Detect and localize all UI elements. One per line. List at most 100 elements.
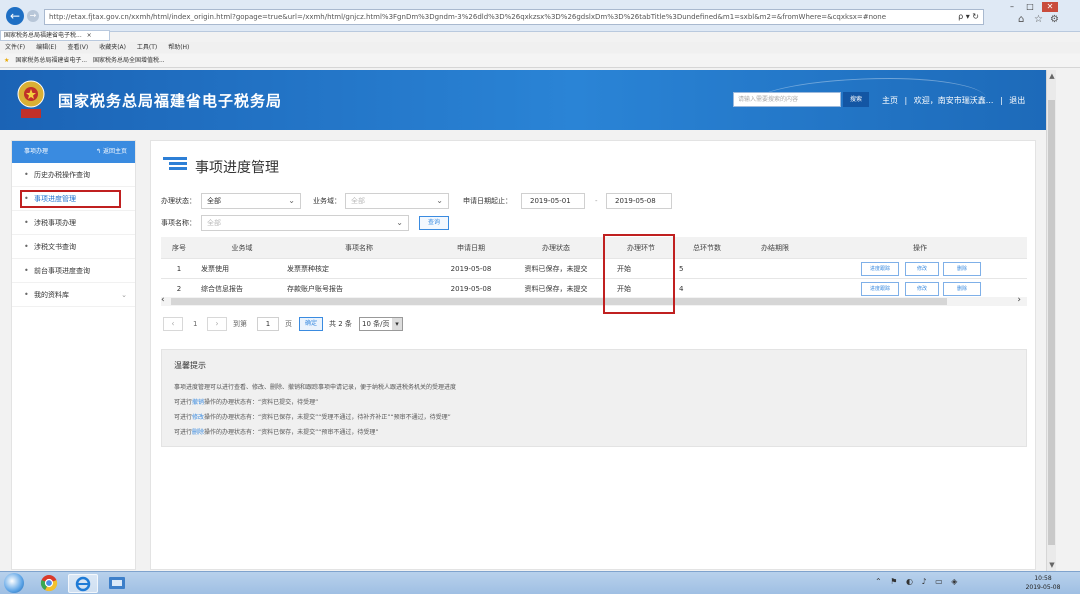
back-home-label: 返回主页 <box>102 148 127 155</box>
domain-label: 业务域： <box>313 197 341 205</box>
browser-address-bar: ← → http://etax.fjtax.gov.cn/xxmh/html/i… <box>0 0 1080 32</box>
menu-edit[interactable]: 编辑(E) <box>36 44 56 51</box>
cell-no: 2 <box>176 285 182 293</box>
favorites-star-icon[interactable]: ★ <box>4 57 9 64</box>
tax-emblem-icon <box>17 80 45 118</box>
maximize-icon[interactable]: □ <box>1022 2 1038 12</box>
menu-file[interactable]: 文件(F) <box>5 44 25 51</box>
menu-favorites[interactable]: 收藏夹(A) <box>99 44 126 51</box>
prev-page-button[interactable]: ‹ <box>163 317 183 331</box>
separator: | <box>904 96 908 105</box>
menu-help[interactable]: 帮助(H) <box>168 44 189 51</box>
date-from-input[interactable]: 2019-05-01 <box>521 193 585 209</box>
table-row[interactable]: 1 发票使用 发票票种核定 2019-05-08 资料已保存，未提交 开始 5 … <box>161 259 1027 279</box>
scrollbar-thumb[interactable] <box>171 298 947 305</box>
edit-button[interactable]: 修改 <box>905 262 939 276</box>
scrollbar-thumb[interactable] <box>1048 100 1055 545</box>
forward-arrow-icon[interactable]: → <box>27 10 39 22</box>
favorite-link-2[interactable]: 国家税务总局全国增值税... <box>93 57 165 64</box>
welcome-text[interactable]: 欢迎，南安市瑞沃鑫... <box>914 96 994 105</box>
browser-tab[interactable]: 国家税务总局福建省电子税... × <box>0 30 110 41</box>
page-size-select[interactable]: 10 条/页 ▾ <box>359 317 403 331</box>
col-ops: 操作 <box>913 244 927 252</box>
clock-date: 2019-05-08 <box>1025 584 1061 591</box>
horizontal-scrollbar[interactable]: ‹ › <box>161 295 1027 306</box>
start-button[interactable] <box>4 573 24 593</box>
cell-status: 资料已保存，未提交 <box>524 285 588 293</box>
cell-name: 发票票种核定 <box>287 265 329 273</box>
page-title: 事项进度管理 <box>195 160 279 176</box>
system-tray-icons[interactable]: ⌃ ⚑ ◐ ♪ ▭ ◈ <box>875 577 960 586</box>
url-field[interactable]: http://etax.fjtax.gov.cn/xxmh/html/index… <box>44 9 984 25</box>
vertical-scrollbar[interactable]: ▲ ▼ <box>1046 70 1056 571</box>
table-row[interactable]: 2 综合信息报告 存款账户账号报告 2019-05-08 资料已保存，未提交 开… <box>161 279 1027 299</box>
chevron-down-icon: ▾ <box>392 318 402 330</box>
settings-gear-icon[interactable]: ⚙ <box>1050 14 1059 25</box>
tips-text: 可进行 <box>174 429 193 436</box>
track-button[interactable]: 进度跟踪 <box>861 262 899 276</box>
sidebar-item-handle[interactable]: • 涉税事项办理 <box>12 211 135 235</box>
edit-button[interactable]: 修改 <box>905 282 939 296</box>
favorite-link-1[interactable]: 国家税务总局福建省电子... <box>15 57 87 64</box>
bullet-icon: • <box>24 266 29 275</box>
menu-tools[interactable]: 工具(T) <box>137 44 157 51</box>
cell-date: 2019-05-08 <box>450 285 492 293</box>
cell-no: 1 <box>176 265 182 273</box>
current-page: 1 <box>193 320 198 328</box>
close-icon[interactable]: ✕ <box>1042 2 1058 12</box>
col-domain: 业务域 <box>231 244 253 252</box>
chevron-down-icon: ⌄ <box>396 218 403 227</box>
sidebar-item-library[interactable]: • 我的资料库 ⌄ <box>12 283 135 307</box>
chevron-down-icon: ⌄ <box>436 196 443 205</box>
date-separator: - <box>595 197 598 205</box>
search-input[interactable]: 请输入需要搜索的内容 <box>733 92 841 107</box>
delete-button[interactable]: 删除 <box>943 262 981 276</box>
explorer-icon[interactable] <box>102 574 132 593</box>
sidebar-item-history[interactable]: • 历史办税操作查询 <box>12 163 135 187</box>
logout-link[interactable]: 退出 <box>1009 96 1025 105</box>
scroll-left-icon[interactable]: ‹ <box>161 295 165 305</box>
ie-icon[interactable] <box>68 574 98 593</box>
chrome-icon[interactable] <box>34 574 64 593</box>
item-name-select[interactable]: 全部 ⌄ <box>201 215 409 231</box>
url-icons[interactable]: ρ ▾ ↻ <box>958 10 979 24</box>
next-page-button[interactable]: › <box>207 317 227 331</box>
goto-page-input[interactable]: 1 <box>257 317 279 331</box>
delete-button[interactable]: 删除 <box>943 282 981 296</box>
search-button[interactable]: 搜索 <box>843 92 869 107</box>
chevron-down-icon: ⌄ <box>288 196 295 205</box>
status-label: 办理状态： <box>161 197 196 205</box>
tab-title: 国家税务总局福建省电子税... <box>4 32 82 39</box>
tips-text: 操作的办理状态有：“资料已保存，未提交”“受理不通过，待补齐补正”“预审不通过，… <box>204 414 451 421</box>
menu-view[interactable]: 查看(V) <box>67 44 88 51</box>
cell-deadline <box>737 279 813 298</box>
track-button[interactable]: 进度跟踪 <box>861 282 899 296</box>
sidebar-item-documents[interactable]: • 涉税文书查询 <box>12 235 135 259</box>
clock[interactable]: 10:58 2019-05-08 <box>1010 574 1076 592</box>
sidebar-item-progress[interactable]: • 事项进度管理 <box>12 187 135 211</box>
date-to-input[interactable]: 2019-05-08 <box>606 193 672 209</box>
bullet-icon: • <box>24 290 29 299</box>
domain-select[interactable]: 全部 ⌄ <box>345 193 449 209</box>
status-select[interactable]: 全部 ⌄ <box>201 193 301 209</box>
home-link[interactable]: 主页 <box>882 96 898 105</box>
sidebar-item-frontdesk[interactable]: • 前台事项进度查询 <box>12 259 135 283</box>
back-arrow-icon[interactable]: ← <box>6 7 24 25</box>
scroll-right-icon[interactable]: › <box>1017 295 1021 305</box>
sidebar-item-label: 涉税事项办理 <box>34 219 76 227</box>
favorites-bar: ★ 国家税务总局福建省电子... 国家税务总局全国增值税... <box>0 54 1080 68</box>
goto-label: 到第 <box>233 320 247 328</box>
clock-time: 10:58 <box>1034 575 1052 582</box>
minimize-icon[interactable]: – <box>1004 2 1020 12</box>
favorites-star-icon[interactable]: ☆ <box>1034 14 1043 25</box>
back-home-link[interactable]: ↰ 返回主页 <box>96 141 127 163</box>
col-no: 序号 <box>172 244 186 252</box>
tips-line: 可进行撤销操作的办理状态有：“资料已提交，待受理” <box>174 397 318 406</box>
query-button[interactable]: 查询 <box>419 216 449 230</box>
scroll-up-icon[interactable]: ▲ <box>1047 72 1057 80</box>
home-icon[interactable]: ⌂ <box>1018 14 1024 25</box>
tab-close-icon[interactable]: × <box>87 32 92 39</box>
scroll-down-icon[interactable]: ▼ <box>1047 561 1057 569</box>
tips-text: 操作的办理状态有：“资料已保存，未提交”“预审不通过，待受理” <box>204 429 379 436</box>
confirm-page-button[interactable]: 确定 <box>299 317 323 331</box>
